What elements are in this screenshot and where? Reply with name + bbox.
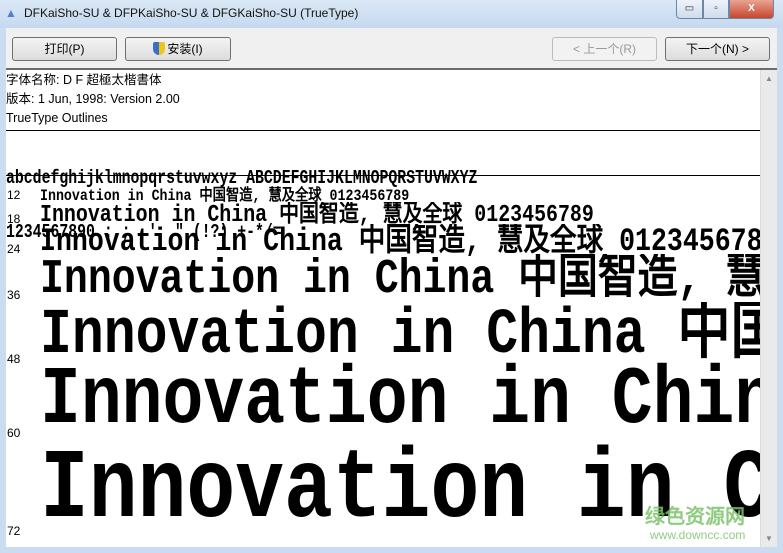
minimize-button[interactable]: ▭ (676, 0, 703, 19)
sample-text: Innovation in China 中国智造, 慧及全球 012345678… (40, 302, 760, 368)
font-app-icon: ▲ (5, 6, 17, 20)
watermark-logo: 绿色资源网 (645, 506, 745, 528)
sample-row-12: 12 Innovation in China 中国智造, 慧及全球 0123456… (6, 184, 760, 204)
vertical-scrollbar[interactable]: ▲ ▼ (760, 70, 777, 547)
size-label: 60 (7, 426, 21, 440)
sample-row-36: 36 Innovation in China 中国智造, 慧及全球 0123456… (6, 254, 760, 304)
title-bar: ▲ DFKaiSho-SU & DFPKaiSho-SU & DFGKaiSho… (0, 0, 783, 28)
close-button[interactable]: X (729, 0, 774, 19)
sample-row-48: 48Innovation in China 中国智造, 慧及全球 0123456… (6, 302, 760, 368)
scroll-up-arrow-icon[interactable]: ▲ (765, 74, 773, 83)
sample-row-24: 24 Innovation in China 中国智造, 慧及全球 0123456… (6, 224, 760, 258)
font-type: TrueType Outlines (6, 111, 108, 125)
scroll-down-arrow-icon[interactable]: ▼ (765, 534, 773, 543)
character-set: abcdefghijklmnopqrstuvwxyz ABCDEFGHIJKLM… (6, 131, 594, 242)
next-button[interactable]: 下一个(N) > (665, 37, 770, 61)
size-label: 12 (7, 188, 21, 202)
font-preview-area: 字体名称: D F 超極太楷書体 版本: 1 Jun, 1998: Versio… (6, 70, 760, 547)
print-button[interactable]: 打印(P) (12, 37, 117, 61)
maximize-button[interactable]: ▫ (703, 0, 729, 19)
size-label: 36 (7, 288, 21, 302)
install-label: 安装(I) (167, 42, 203, 56)
sample-row-60: 60 Innovation in China 中国智造, 慧及全球 0123456… (6, 360, 760, 442)
uac-shield-icon (153, 42, 166, 55)
window-title: DFKaiSho-SU & DFPKaiSho-SU & DFGKaiSho-S… (24, 6, 359, 20)
sample-text: Innovation in China 中国智造, 慧及全球 012345678… (40, 360, 760, 442)
font-version: 版本: 1 Jun, 1998: Version 2.00 (6, 92, 180, 106)
font-name: 字体名称: D F 超極太楷書体 (6, 73, 162, 87)
font-info: 字体名称: D F 超極太楷書体 版本: 1 Jun, 1998: Versio… (6, 70, 760, 128)
watermark-url: www.downcc.com (650, 528, 746, 542)
previous-button[interactable]: < 上一个(R) (552, 37, 657, 61)
toolbar: 打印(P) 安装(I) < 上一个(R) 下一个(N) > (6, 28, 777, 70)
sample-text: Innovation in China 中国智造, 慧及全球 012345678… (40, 254, 760, 304)
size-label: 72 (7, 524, 21, 538)
install-button[interactable]: 安装(I) (125, 37, 231, 61)
